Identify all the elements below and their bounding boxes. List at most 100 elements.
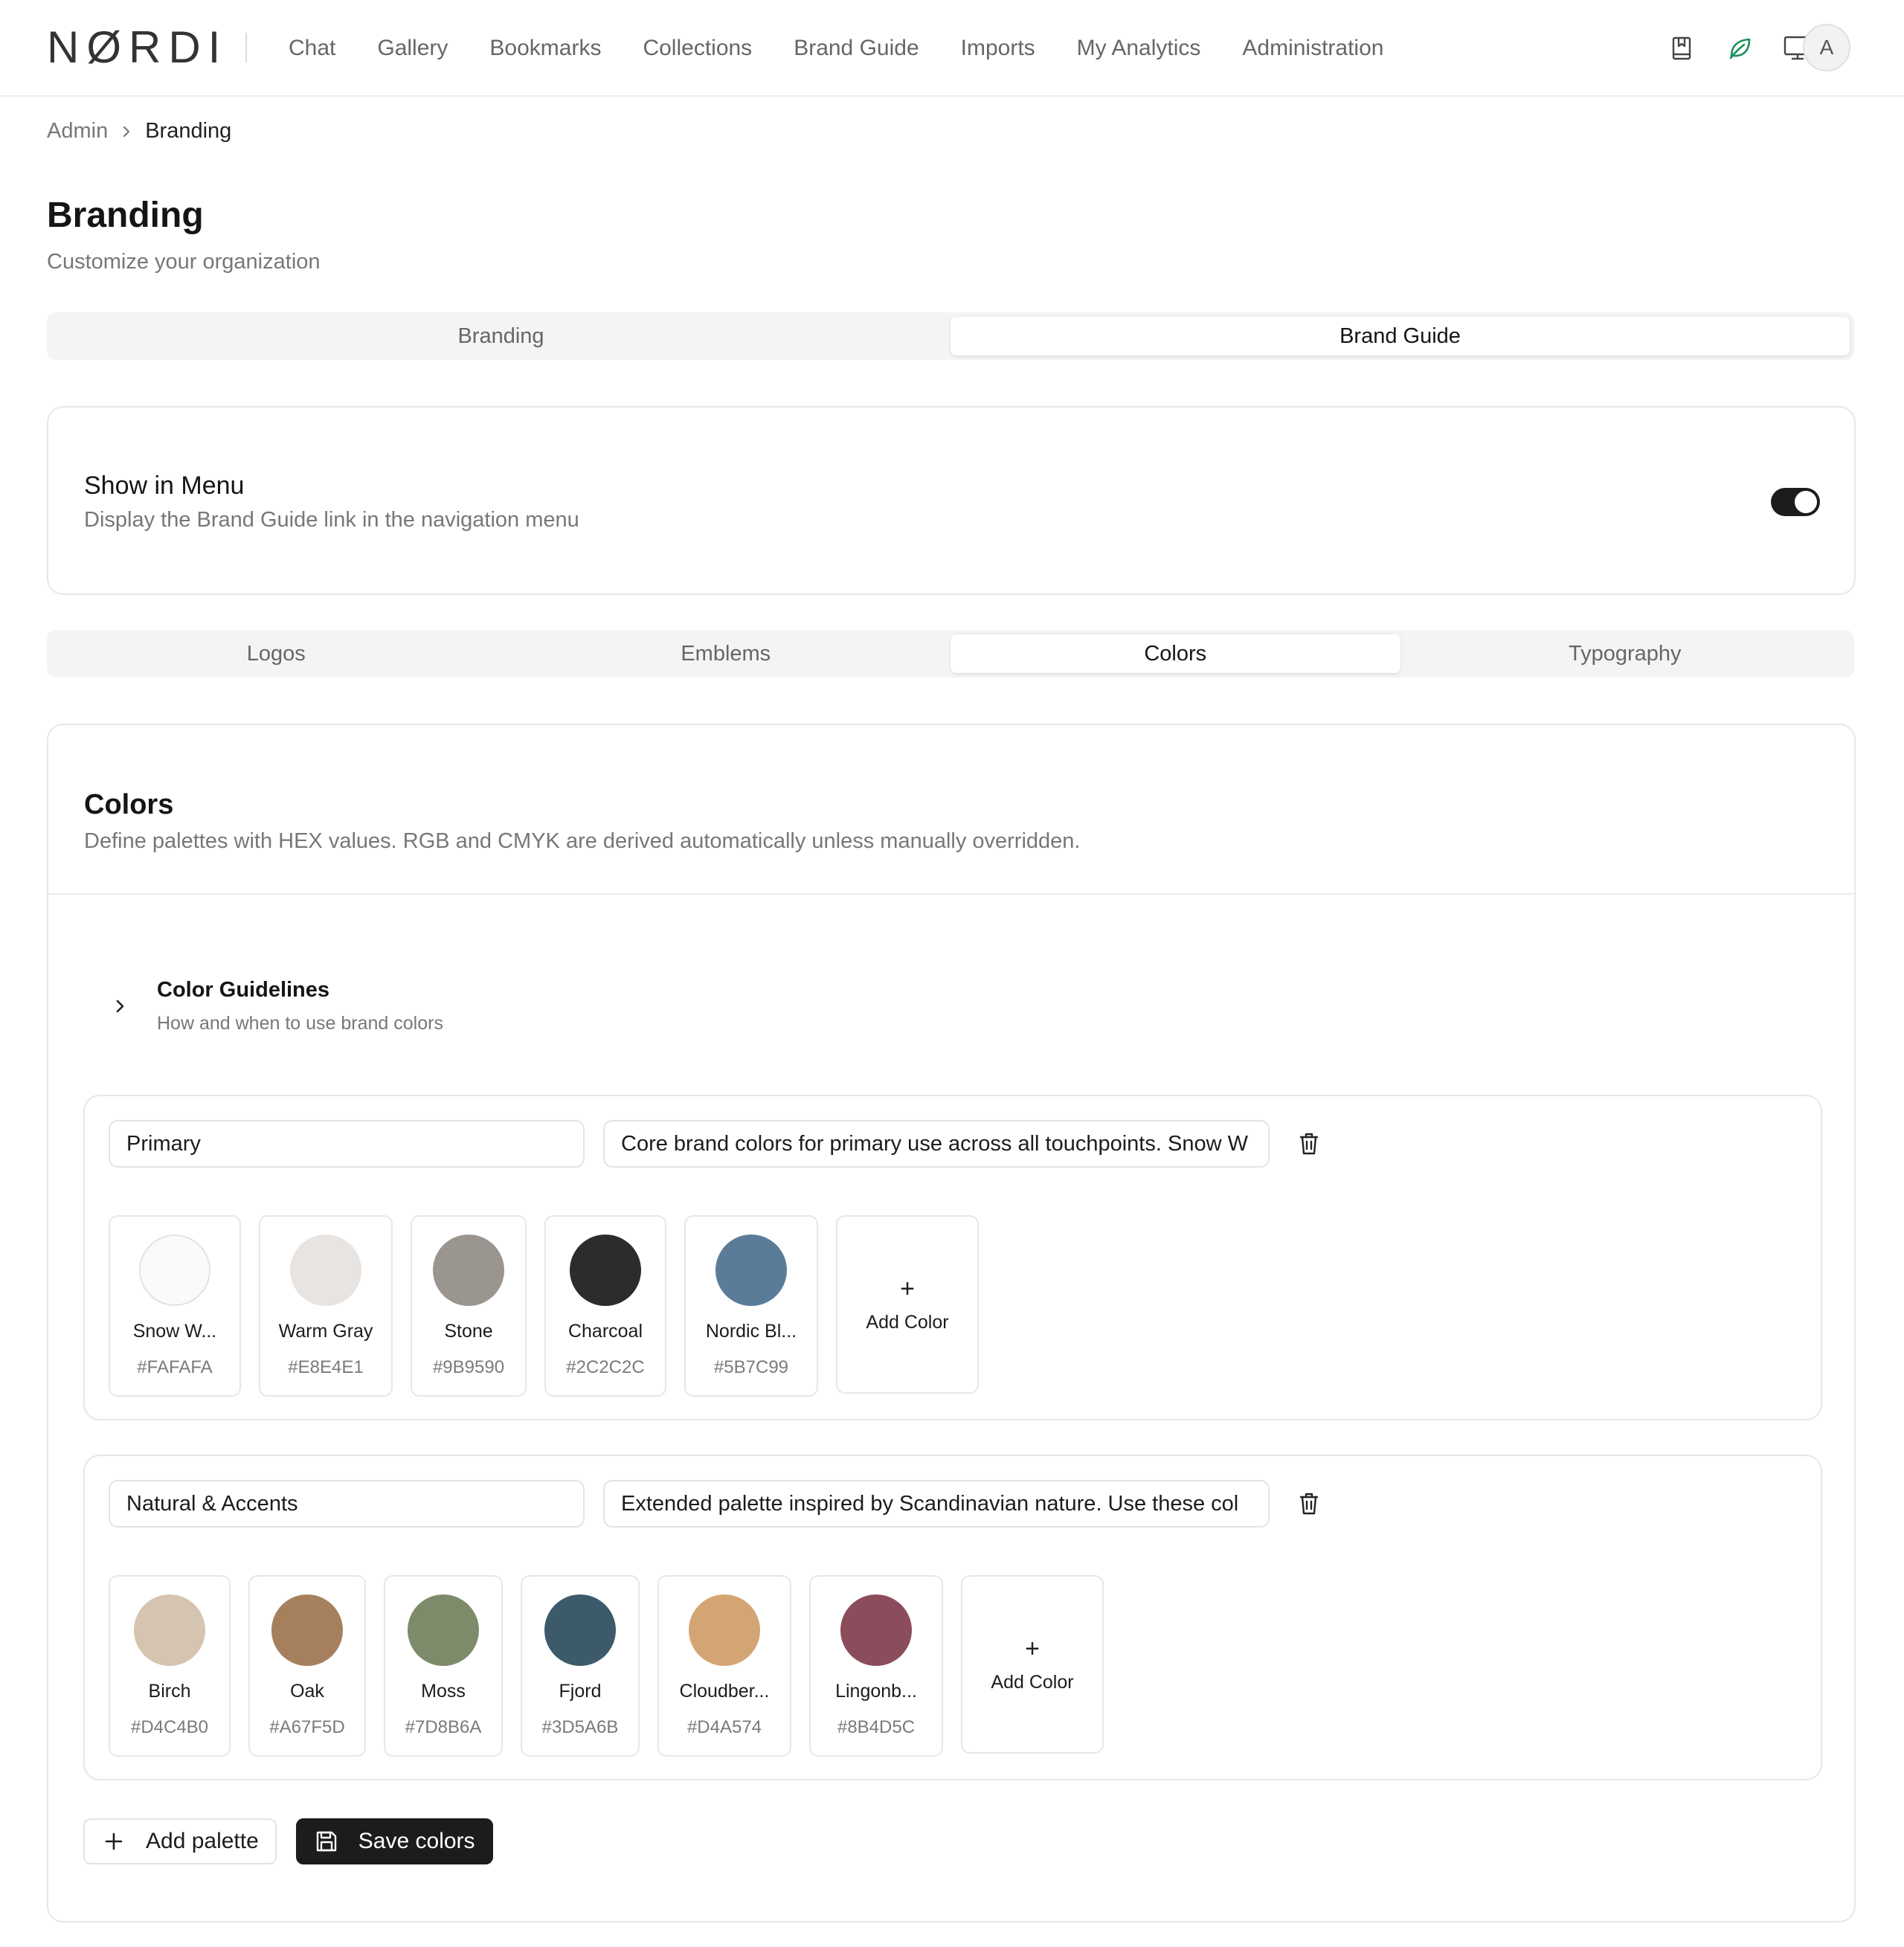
swatch-name: Lingonb... [835, 1681, 917, 1702]
save-icon [314, 1829, 339, 1854]
save-colors-button[interactable]: Save colors [295, 1818, 493, 1864]
color-swatch[interactable]: Snow W... #FAFAFA [109, 1215, 241, 1397]
color-swatch[interactable]: Birch #D4C4B0 [109, 1575, 231, 1757]
app-logo[interactable]: NØRDI [47, 25, 228, 70]
show-in-menu-description: Display the Brand Guide link in the navi… [84, 508, 579, 532]
palette-primary: Snow W... #FAFAFA Warm Gray #E8E4E1 Ston… [83, 1095, 1822, 1420]
swatch-color-circle [544, 1594, 616, 1666]
palette-name-input[interactable] [109, 1120, 585, 1168]
colors-title: Colors [84, 789, 174, 820]
swatch-name: Cloudber... [679, 1681, 770, 1702]
nav-item-my-analytics[interactable]: My Analytics [1077, 36, 1201, 61]
swatch-name: Moss [421, 1681, 466, 1702]
swatch-color-circle [271, 1594, 343, 1666]
swatch-color-circle [689, 1594, 760, 1666]
swatch-color-circle [290, 1235, 361, 1306]
color-swatch[interactable]: Lingonb... #8B4D5C [809, 1575, 943, 1757]
color-swatch[interactable]: Moss #7D8B6A [384, 1575, 503, 1757]
swatch-name: Snow W... [132, 1321, 217, 1342]
tab-branding[interactable]: Branding [51, 317, 951, 355]
plus-icon: + [1025, 1634, 1040, 1663]
palette-name-input[interactable] [109, 1480, 585, 1528]
swatch-color-circle [408, 1594, 479, 1666]
palette-description-input[interactable] [603, 1120, 1270, 1168]
chevron-right-icon [106, 993, 133, 1020]
nav-item-imports[interactable]: Imports [961, 36, 1035, 61]
color-swatch[interactable]: Stone #9B9590 [411, 1215, 527, 1397]
main-nav: Chat Gallery Bookmarks Collections Brand… [268, 0, 1404, 97]
logo-divider [245, 33, 247, 62]
color-guidelines-title: Color Guidelines [157, 978, 330, 1002]
swatch-hex: #5B7C99 [713, 1357, 789, 1377]
show-in-menu-title: Show in Menu [84, 472, 245, 500]
toggle-knob [1795, 491, 1817, 513]
trash-icon[interactable] [1294, 1129, 1324, 1159]
color-guidelines-toggle[interactable]: Color Guidelines How and when to use bra… [106, 978, 443, 1034]
tab-emblems[interactable]: Emblems [501, 634, 951, 673]
color-swatch[interactable]: Fjord #3D5A6B [521, 1575, 640, 1757]
nav-item-bookmarks[interactable]: Bookmarks [489, 36, 601, 61]
nav-item-collections[interactable]: Collections [643, 36, 752, 61]
book-icon[interactable] [1661, 28, 1702, 69]
add-color-button[interactable]: + Add Color [961, 1575, 1104, 1754]
swatch-name: Charcoal [567, 1321, 643, 1342]
nav-item-brand-guide[interactable]: Brand Guide [794, 36, 919, 61]
swatch-hex: #2C2C2C [566, 1357, 645, 1377]
swatch-hex: #8B4D5C [837, 1717, 916, 1737]
nav-item-administration[interactable]: Administration [1242, 36, 1383, 61]
swatch-hex: #FAFAFA [137, 1357, 213, 1377]
swatch-hex: #A67F5D [269, 1717, 345, 1737]
add-color-label: Add Color [991, 1671, 1074, 1693]
swatch-color-circle [715, 1235, 787, 1306]
show-in-menu-card: Show in Menu Display the Brand Guide lin… [47, 406, 1856, 595]
swatch-hex: #3D5A6B [541, 1717, 619, 1737]
plus-icon [101, 1829, 126, 1854]
swatch-hex: #9B9590 [432, 1357, 505, 1377]
color-swatch[interactable]: Cloudber... #D4A574 [657, 1575, 791, 1757]
swatch-color-circle [570, 1235, 641, 1306]
add-palette-button[interactable]: Add palette [83, 1818, 277, 1864]
nav-item-gallery[interactable]: Gallery [377, 36, 448, 61]
swatch-hex: #D4A574 [686, 1717, 762, 1737]
swatch-name: Fjord [559, 1681, 602, 1702]
swatch-name: Nordic Bl... [705, 1321, 797, 1342]
show-in-menu-toggle[interactable] [1771, 488, 1820, 516]
palette-natural-accents: Birch #D4C4B0 Oak #A67F5D Moss #7D8B6A F… [83, 1455, 1822, 1780]
page-subtitle: Customize your organization [47, 250, 321, 274]
breadcrumb-current: Branding [145, 119, 232, 143]
color-swatch[interactable]: Warm Gray #E8E4E1 [259, 1215, 393, 1397]
tab-typography[interactable]: Typography [1400, 634, 1850, 673]
swatch-list: Snow W... #FAFAFA Warm Gray #E8E4E1 Ston… [109, 1215, 979, 1397]
swatch-hex: #E8E4E1 [288, 1357, 364, 1377]
swatch-color-circle [139, 1235, 210, 1306]
color-swatch[interactable]: Oak #A67F5D [248, 1575, 366, 1757]
user-avatar[interactable]: A [1803, 24, 1850, 71]
swatch-color-circle [433, 1235, 504, 1306]
plus-icon: + [900, 1274, 915, 1303]
colors-card: Colors Define palettes with HEX values. … [47, 724, 1856, 1922]
breadcrumb-admin-link[interactable]: Admin [47, 119, 108, 144]
trash-icon[interactable] [1294, 1489, 1324, 1519]
breadcrumb: Admin Branding [47, 119, 231, 144]
swatch-name: Warm Gray [278, 1321, 373, 1342]
leaf-icon[interactable] [1719, 28, 1760, 69]
nav-item-chat[interactable]: Chat [289, 36, 335, 61]
color-swatch[interactable]: Charcoal #2C2C2C [544, 1215, 666, 1397]
tab-brand-guide[interactable]: Brand Guide [951, 317, 1850, 355]
tab-colors[interactable]: Colors [951, 634, 1400, 673]
palette-description-input[interactable] [603, 1480, 1270, 1528]
color-swatch[interactable]: Nordic Bl... #5B7C99 [684, 1215, 818, 1397]
brand-guide-tabs: Logos Emblems Colors Typography [47, 630, 1854, 678]
swatch-hex: #7D8B6A [405, 1717, 482, 1737]
add-palette-label: Add palette [146, 1829, 259, 1853]
colors-description: Define palettes with HEX values. RGB and… [84, 829, 1081, 853]
swatch-hex: #D4C4B0 [130, 1717, 209, 1737]
swatch-color-circle [134, 1594, 205, 1666]
tab-logos[interactable]: Logos [51, 634, 501, 673]
add-color-button[interactable]: + Add Color [836, 1215, 979, 1394]
header-actions [1644, 22, 1818, 74]
top-navigation-bar: NØRDI Chat Gallery Bookmarks Collections… [0, 0, 1904, 97]
section-divider [48, 893, 1854, 895]
colors-actions: Add palette Save colors [83, 1818, 512, 1864]
swatch-name: Birch [148, 1681, 191, 1702]
